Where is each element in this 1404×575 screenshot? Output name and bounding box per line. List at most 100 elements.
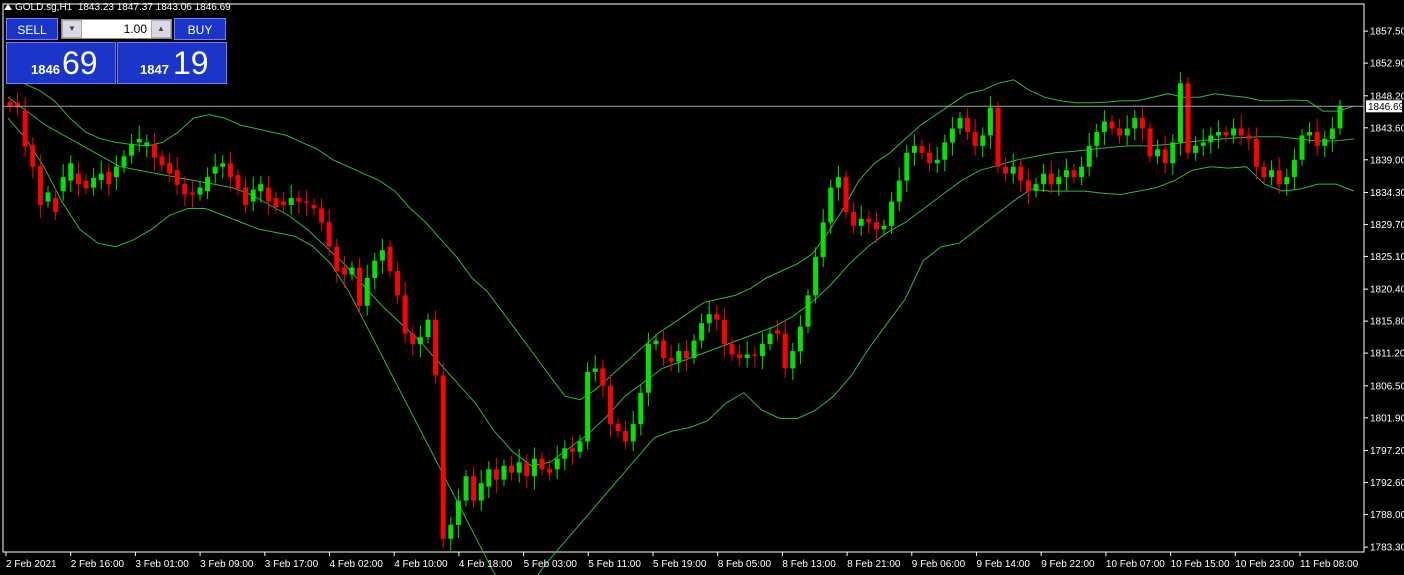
candle-body [493, 469, 499, 480]
candle-body [1041, 173, 1047, 185]
candle-body [1063, 170, 1069, 178]
candle-body [151, 144, 157, 158]
candle-body [896, 180, 902, 202]
candle-body [676, 351, 682, 362]
price-tick-label: 1806.50 [1370, 381, 1404, 392]
candle-body [174, 170, 180, 185]
candle-body [349, 267, 355, 275]
candle-body [1223, 131, 1229, 136]
buy-price-minor: 19 [173, 45, 209, 81]
time-tick-label: 5 Feb 11:00 [588, 559, 641, 570]
candle-body [144, 142, 150, 146]
candle-body [600, 368, 606, 386]
sell-button[interactable]: SELL [6, 18, 58, 40]
candle-body [752, 354, 758, 356]
candle-body [813, 257, 819, 296]
ohlc-values: 1843.23 1847.37 1843.06 1846.69 [77, 2, 231, 13]
candle-body [311, 204, 317, 209]
candle-body [1170, 142, 1176, 164]
price-tick-label: 1852.90 [1370, 59, 1404, 70]
candle-body [873, 222, 879, 230]
candle-body [942, 142, 948, 160]
plot-border [2, 3, 1365, 553]
candle-body [448, 524, 454, 539]
candle-body [889, 201, 895, 226]
candle-body [319, 208, 325, 223]
candle-body [1246, 135, 1252, 139]
candle-body [235, 175, 241, 189]
candle-body [737, 354, 743, 358]
time-tick-label: 4 Feb 18:00 [459, 559, 513, 570]
candle-body [22, 110, 28, 147]
time-tick-label: 10 Feb 15:00 [1171, 559, 1230, 570]
lot-decrease-button[interactable]: ▼ [62, 20, 82, 38]
candle-body [615, 424, 621, 431]
buy-price-button[interactable]: 1847 19 [117, 42, 227, 84]
candle-body [471, 476, 477, 501]
candle-body [509, 465, 515, 473]
candle-body [1018, 166, 1024, 181]
candle-body [1117, 128, 1123, 136]
lot-size-input[interactable] [84, 20, 149, 38]
candle-body [1124, 128, 1130, 136]
candle-body [972, 131, 978, 146]
price-tick-label: 1801.90 [1370, 413, 1404, 424]
candlesticks [7, 71, 1343, 551]
candle-body [136, 138, 142, 143]
time-tick-label: 8 Feb 13:00 [782, 559, 836, 570]
time-tick-label: 3 Feb 09:00 [200, 559, 254, 570]
candle-body [782, 333, 788, 369]
candle-body [524, 462, 530, 477]
time-tick-label: 4 Feb 02:00 [330, 559, 384, 570]
price-tick-label: 1843.60 [1370, 123, 1404, 134]
sell-price-button[interactable]: 1846 69 [6, 42, 116, 84]
candle-body [265, 187, 271, 202]
candle-body [577, 441, 583, 452]
candle-body [273, 198, 279, 208]
candle-body [1291, 159, 1297, 178]
price-chart[interactable]: 1857.501852.901848.201843.601839.001834.… [0, 0, 1404, 575]
candle-body [1056, 177, 1062, 185]
candle-body [820, 222, 826, 258]
time-tick-label: 9 Feb 06:00 [912, 559, 966, 570]
candle-body [759, 344, 765, 356]
candle-body [805, 295, 811, 327]
candle-body [1071, 170, 1077, 178]
candle-body [775, 330, 781, 334]
candle-body [866, 218, 872, 223]
candle-body [531, 458, 537, 477]
candle-body [258, 184, 264, 192]
candle-body [243, 187, 249, 205]
lot-increase-button[interactable]: ▲ [151, 20, 171, 38]
candle-body [630, 424, 636, 442]
candle-body [653, 340, 659, 345]
candle-body [1079, 166, 1085, 178]
candle-body [1261, 166, 1267, 178]
chevron-up-icon: ▲ [157, 24, 165, 33]
candle-body [53, 198, 59, 212]
candle-body [395, 271, 401, 296]
candle-body [699, 323, 705, 341]
candle-body [106, 171, 112, 185]
candle-body [1193, 145, 1199, 153]
time-tick-label: 5 Feb 03:00 [524, 559, 578, 570]
sell-price-major: 1846 [31, 62, 60, 77]
time-tick-label: 11 Feb 08:00 [1300, 559, 1359, 570]
candle-body [364, 278, 370, 306]
candle-body [729, 344, 735, 355]
candle-body [828, 187, 834, 223]
candle-body [1048, 173, 1054, 185]
time-tick-label: 8 Feb 21:00 [847, 559, 901, 570]
time-tick-label: 2 Feb 2021 [6, 559, 57, 570]
candle-body [1155, 149, 1161, 157]
chevron-down-icon: ▼ [68, 24, 76, 33]
price-tick-label: 1815.80 [1370, 317, 1404, 328]
candle-body [440, 375, 446, 539]
candle-body [455, 500, 461, 525]
candle-body [683, 351, 689, 358]
buy-button[interactable]: BUY [174, 18, 226, 40]
candle-body [1200, 142, 1206, 146]
candle-body [592, 368, 598, 372]
candle-body [334, 246, 340, 272]
candle-body [607, 385, 613, 425]
